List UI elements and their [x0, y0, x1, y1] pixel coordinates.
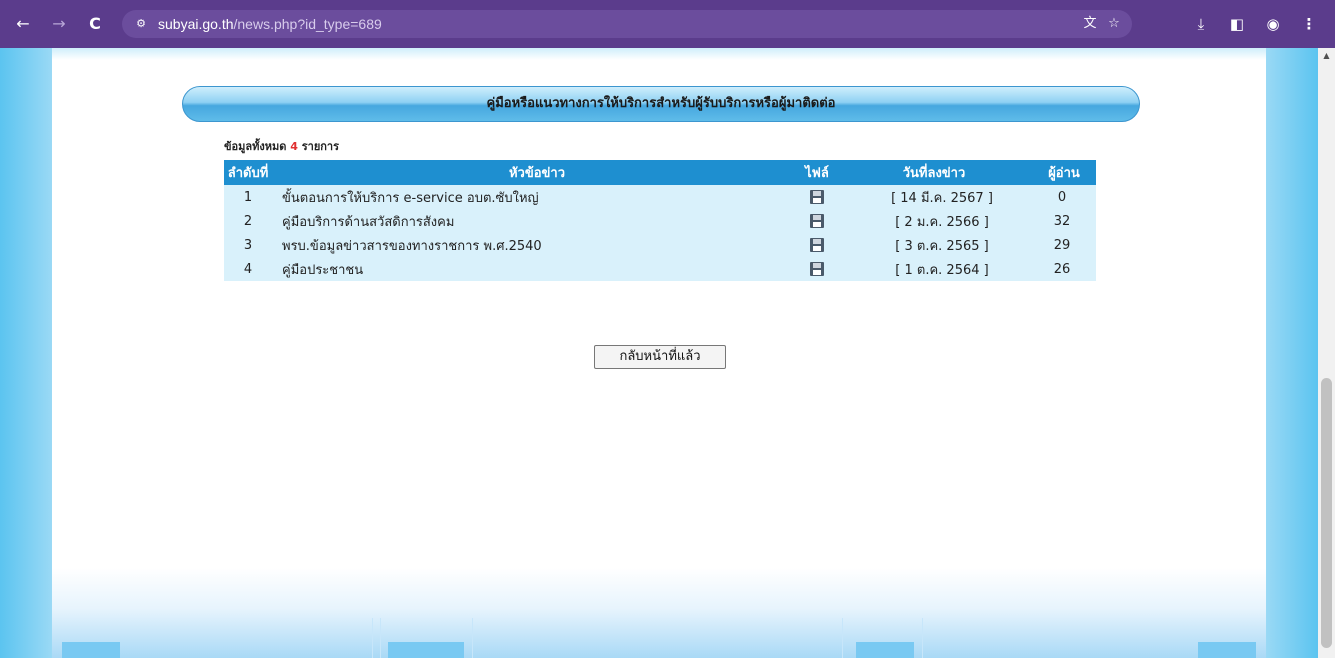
file-download-button[interactable] [802, 257, 832, 281]
row-readers: 32 [1053, 213, 1071, 229]
table-row: 1 ขั้นตอนการให้บริการ e-service อบต.ซับใ… [224, 185, 1096, 209]
row-number: 1 [243, 189, 253, 205]
record-count-suffix: รายการ [301, 140, 340, 153]
record-count-number: 4 [290, 140, 298, 153]
footer-deco-block [388, 642, 464, 658]
site-settings-icon[interactable]: ⚙ [130, 15, 152, 33]
header-number: ลำดับที่ [227, 166, 269, 181]
table-row: 2 คู่มือบริการด้านสวัสดิการสังคม [ 2 ม.ค… [224, 209, 1096, 233]
save-icon[interactable] [810, 262, 824, 276]
record-count: ข้อมูลทั้งหมด 4 รายการ [224, 137, 339, 155]
footer-deco-block [62, 642, 120, 658]
file-download-button[interactable] [802, 209, 832, 233]
row-title-link[interactable]: ขั้นตอนการให้บริการ e-service อบต.ซับใหญ… [272, 185, 802, 209]
page-content: คู่มือหรือแนวทางการให้บริการสำหรับผู้รับ… [0, 48, 1318, 658]
top-glow-decoration [52, 48, 1266, 60]
back-arrow-icon[interactable]: ← [12, 13, 34, 35]
url-text[interactable]: subyai.go.th/news.php?id_type=689 [158, 10, 382, 38]
table-row: 4 คู่มือประชาชน [ 1 ต.ค. 2564 ] 26 [224, 257, 1096, 281]
download-icon[interactable]: ⤓ [1190, 13, 1212, 35]
file-download-button[interactable] [802, 185, 832, 209]
row-date: [ 3 ต.ค. 2565 ] [895, 238, 989, 254]
footer-deco-block [1198, 642, 1256, 658]
url-path: /news.php?id_type=689 [233, 16, 382, 32]
footer-deco-line [472, 618, 473, 658]
row-number: 3 [243, 237, 253, 253]
translate-icon[interactable]: 文 [1080, 15, 1100, 33]
record-count-prefix: ข้อมูลทั้งหมด [224, 140, 287, 153]
side-panel-icon[interactable]: ◧ [1226, 13, 1248, 35]
row-readers: 29 [1053, 237, 1071, 253]
section-header-bar: คู่มือหรือแนวทางการให้บริการสำหรับผู้รับ… [182, 86, 1140, 122]
header-readers: ผู้อ่าน [1048, 166, 1080, 181]
row-title-link[interactable]: คู่มือประชาชน [272, 257, 802, 281]
bookmark-star-icon[interactable]: ☆ [1104, 15, 1124, 33]
row-number: 2 [243, 213, 253, 229]
url-host: subyai.go.th [158, 16, 234, 32]
table-header-row: ลำดับที่ หัวข้อข่าว ไฟล์ วันที่ลงข่าว ผู… [224, 160, 1096, 185]
footer-decoration [52, 568, 1266, 658]
profile-icon[interactable]: ◉ [1262, 13, 1284, 35]
address-bar[interactable]: ⚙ subyai.go.th/news.php?id_type=689 文 ☆ [122, 10, 1132, 38]
reload-icon[interactable]: C [84, 13, 106, 35]
scroll-thumb[interactable] [1321, 378, 1332, 648]
footer-deco-line [372, 618, 373, 658]
footer-deco-block [856, 642, 914, 658]
save-icon[interactable] [810, 238, 824, 252]
row-date: [ 2 ม.ค. 2566 ] [895, 214, 989, 230]
row-date: [ 14 มี.ค. 2567 ] [891, 190, 993, 206]
back-button[interactable]: กลับหน้าที่แล้ว [594, 345, 726, 369]
row-readers: 26 [1053, 261, 1071, 277]
row-number: 4 [243, 261, 253, 277]
header-title: หัวข้อข่าว [508, 166, 566, 181]
save-icon[interactable] [810, 190, 824, 204]
forward-arrow-icon[interactable]: → [48, 13, 70, 35]
row-readers: 0 [1057, 189, 1067, 205]
left-side-decoration [0, 48, 52, 658]
footer-deco-line [842, 618, 843, 658]
news-table: ลำดับที่ หัวข้อข่าว ไฟล์ วันที่ลงข่าว ผู… [224, 160, 1096, 281]
scroll-up-icon[interactable]: ▲ [1318, 48, 1335, 64]
header-date: วันที่ลงข่าว [902, 166, 966, 181]
row-date: [ 1 ต.ค. 2564 ] [895, 262, 989, 278]
right-side-decoration [1266, 48, 1318, 658]
page-scrollbar[interactable]: ▲ [1318, 48, 1335, 658]
row-title-link[interactable]: พรบ.ข้อมูลข่าวสารของทางราชการ พ.ศ.2540 [272, 233, 802, 257]
footer-deco-line [922, 618, 923, 658]
save-icon[interactable] [810, 214, 824, 228]
table-row: 3 พรบ.ข้อมูลข่าวสารของทางราชการ พ.ศ.2540… [224, 233, 1096, 257]
section-title: คู่มือหรือแนวทางการให้บริการสำหรับผู้รับ… [486, 96, 836, 111]
footer-deco-line [380, 618, 381, 658]
menu-dots-icon[interactable]: ⋮ [1298, 13, 1320, 35]
row-title-link[interactable]: คู่มือบริการด้านสวัสดิการสังคม [272, 209, 802, 233]
file-download-button[interactable] [802, 233, 832, 257]
browser-toolbar: ← → C ⚙ subyai.go.th/news.php?id_type=68… [0, 0, 1335, 48]
